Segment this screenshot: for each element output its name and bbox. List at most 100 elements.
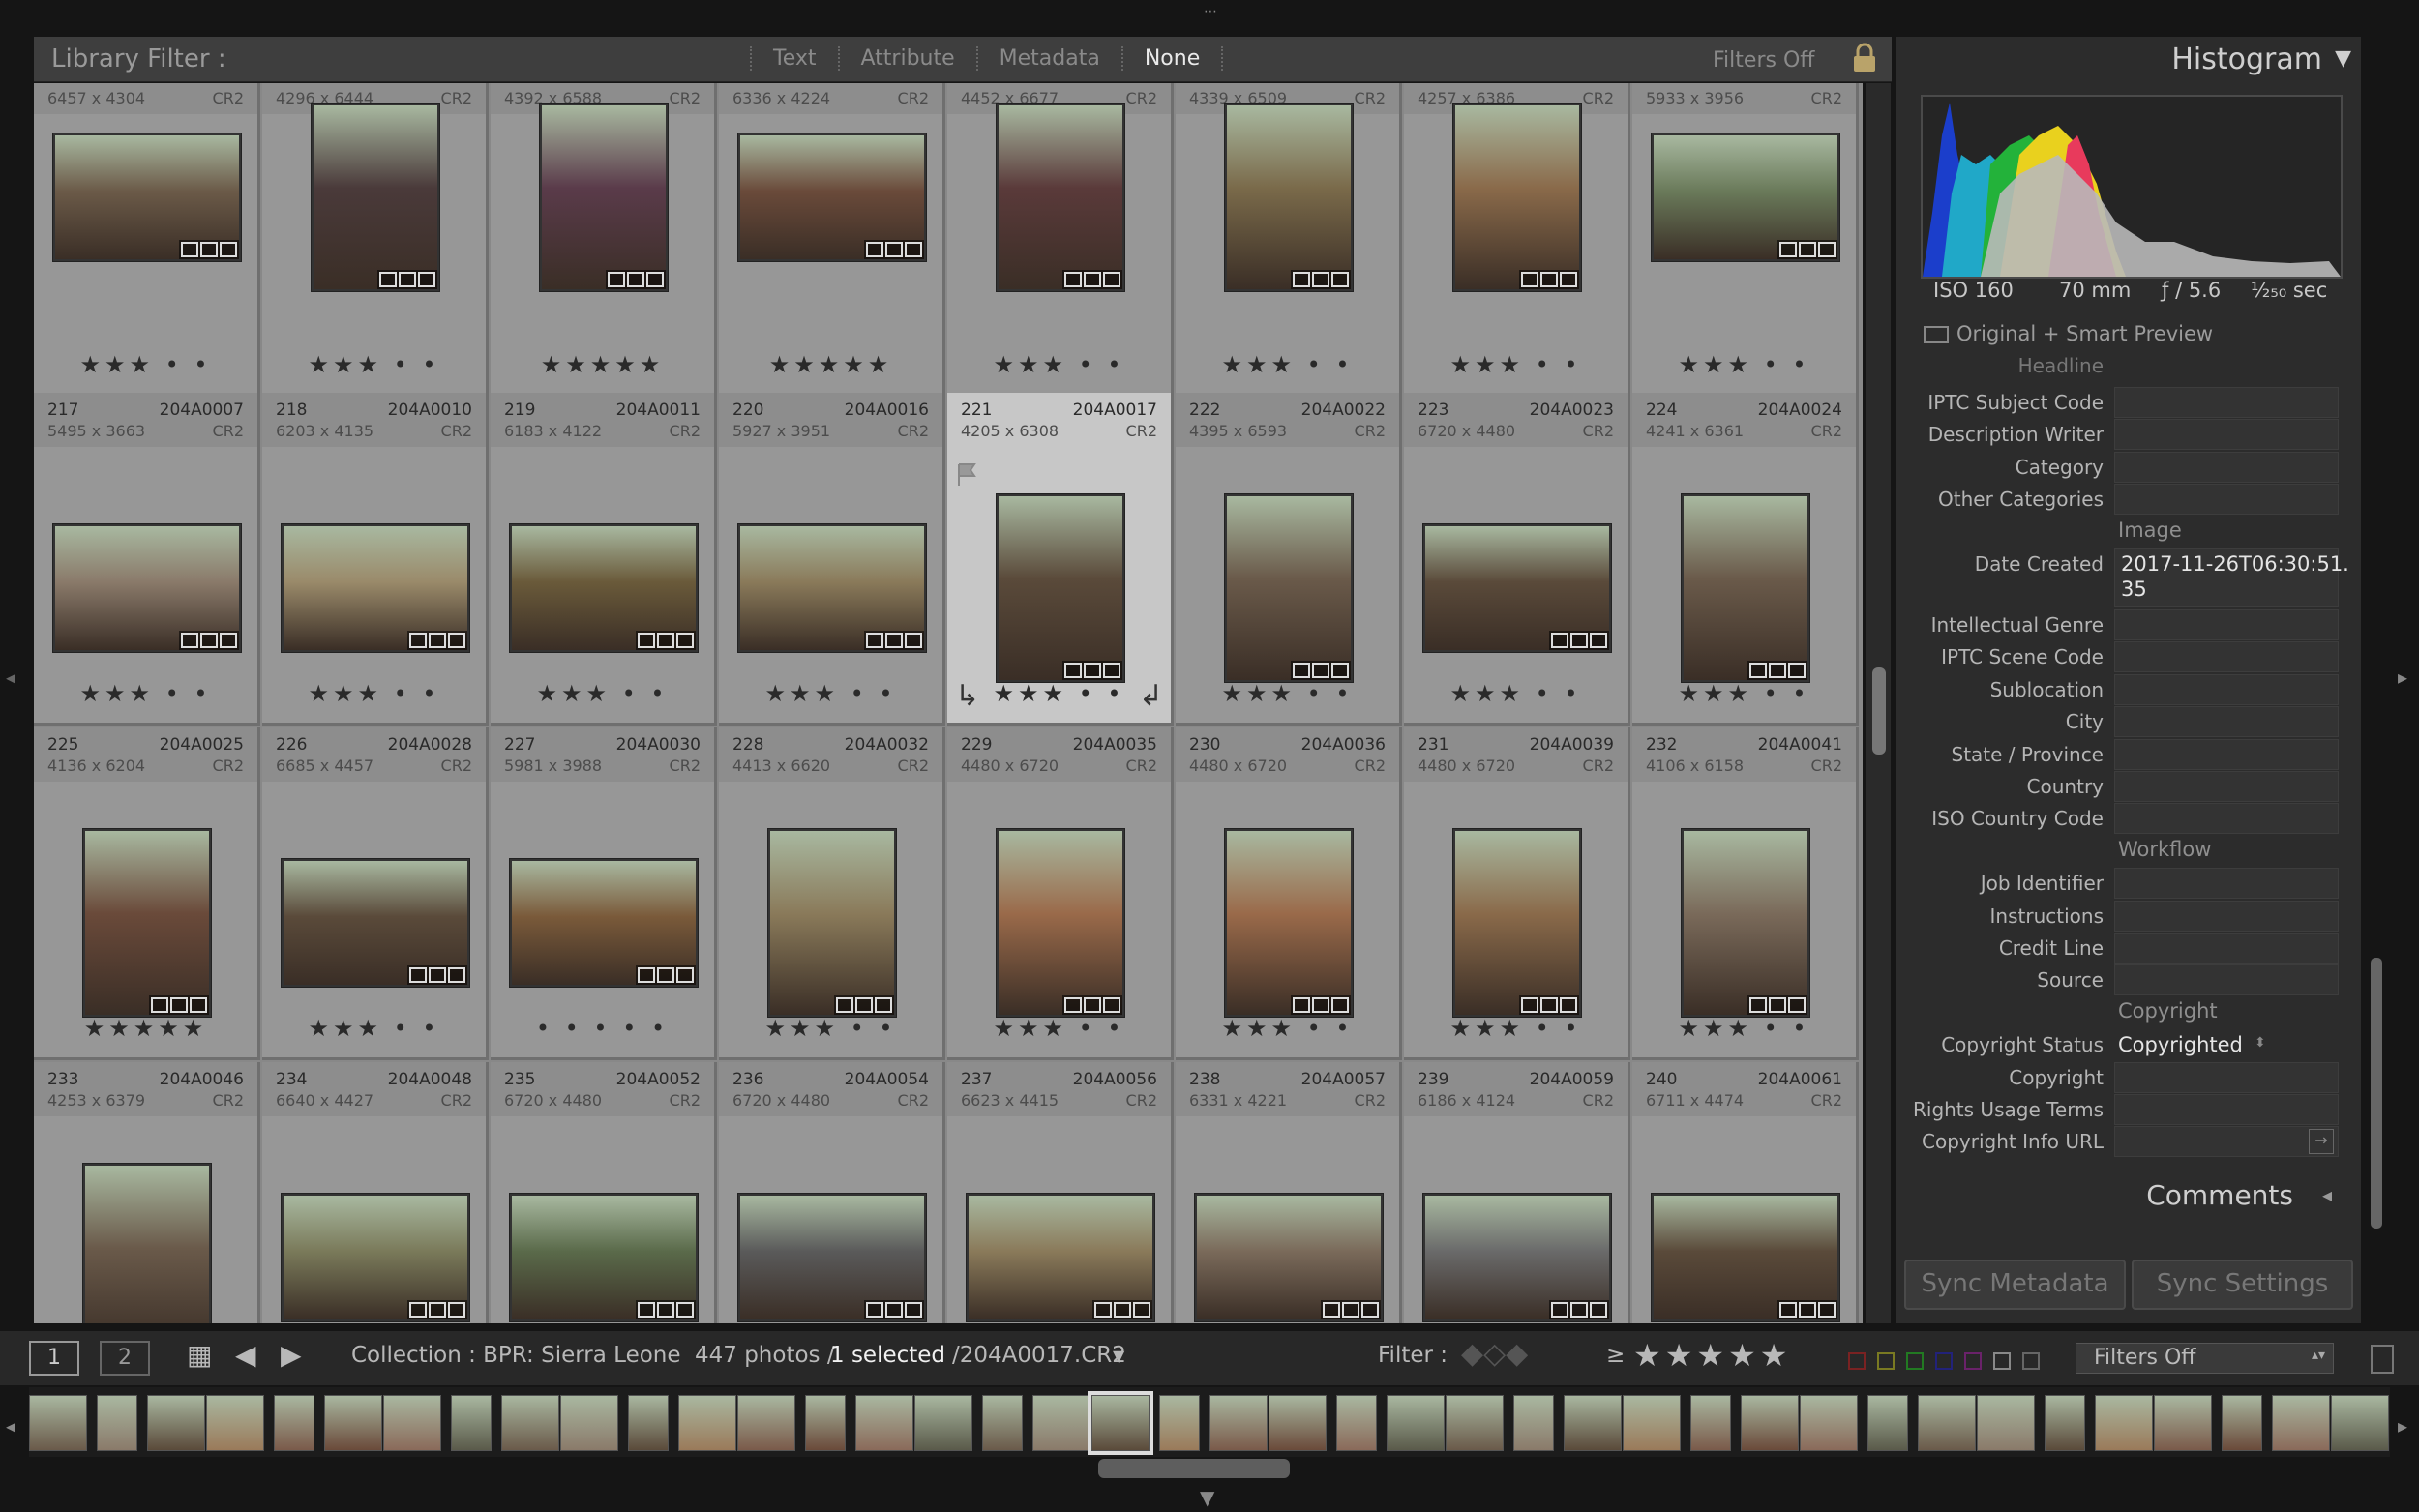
photo-thumbnail[interactable] [967, 1194, 1154, 1321]
metadata-field[interactable] [2114, 1094, 2339, 1125]
filters-off-dropdown[interactable]: Filters Off ▴▾ [2076, 1343, 2334, 1374]
star-rating[interactable]: ★★★ • • [1632, 351, 1856, 378]
photo-thumbnail[interactable] [53, 524, 241, 652]
filter-lock-toggle[interactable] [2371, 1345, 2394, 1374]
grid-cell[interactable]: 222 204A0022 4395 x 6593 CR2 ★★★ • • [1176, 393, 1402, 726]
metadata-field[interactable] [2114, 1061, 2339, 1093]
filter-preset-dropdown[interactable]: Filters Off [1713, 48, 1814, 73]
grid-cell[interactable]: 231 204A0039 4480 x 6720 CR2 ★★★ • • [1404, 727, 1630, 1060]
filmstrip-thumbnail[interactable] [1032, 1395, 1090, 1451]
lock-icon[interactable] [1851, 43, 1878, 74]
filmstrip-thumbnail[interactable] [147, 1395, 205, 1451]
photo-thumbnail[interactable] [997, 494, 1124, 682]
metadata-field[interactable] [2114, 1126, 2339, 1158]
grid-cell[interactable]: 221 204A0017 4205 x 6308 CR2 ★★★ • • ↳ ↲ [947, 393, 1174, 726]
filmstrip-thumbnail[interactable] [1269, 1395, 1327, 1451]
left-panel-toggle-icon[interactable]: ◂ [6, 666, 15, 689]
color-label-none[interactable] [2022, 1352, 2040, 1370]
rotate-right-icon[interactable]: ↲ [1139, 679, 1163, 713]
metadata-field[interactable] [2114, 706, 2339, 738]
filmstrip-thumbnail[interactable] [805, 1395, 846, 1451]
filmstrip-thumbnail[interactable] [1800, 1395, 1858, 1451]
grid-cell[interactable]: 4296 x 6444 CR2 ★★★ • • [262, 83, 489, 397]
photo-thumbnail[interactable] [997, 829, 1124, 1017]
metadata-field[interactable] [2114, 419, 2339, 451]
filmstrip-thumbnail[interactable] [1210, 1395, 1268, 1451]
grid-cell[interactable]: 218 204A0010 6203 x 4135 CR2 ★★★ • • [262, 393, 489, 726]
main-window-button[interactable]: 1 [29, 1341, 79, 1376]
photo-thumbnail[interactable] [1682, 494, 1809, 682]
grid-cell[interactable]: 217 204A0007 5495 x 3663 CR2 ★★★ • • [34, 393, 260, 726]
grid-cell[interactable]: 226 204A0028 6685 x 4457 CR2 ★★★ • • [262, 727, 489, 1060]
metadata-field[interactable] [2114, 387, 2339, 418]
photo-thumbnail[interactable] [1423, 1194, 1611, 1321]
grid-cell[interactable]: 240 204A0061 6711 x 4474 CR2 [1632, 1062, 1859, 1323]
metadata-field[interactable] [2114, 738, 2339, 770]
star-rating[interactable]: ★★★ • • [947, 680, 1171, 707]
filmstrip-thumbnail[interactable] [324, 1395, 382, 1451]
photo-thumbnail[interactable] [1225, 494, 1353, 682]
grid-cell[interactable]: 227 204A0030 5981 x 3988 CR2 • • • • • [491, 727, 717, 1060]
filmstrip-thumbnail[interactable] [1446, 1395, 1504, 1451]
metadata-field[interactable] [2114, 933, 2339, 964]
back-arrow-icon[interactable]: ◀ [235, 1339, 256, 1371]
flag-filter-icons[interactable]: ◆◇◆ [1461, 1337, 1528, 1371]
filmstrip-left-arrow-icon[interactable]: ◂ [6, 1414, 15, 1438]
filmstrip-thumbnail[interactable] [2095, 1395, 2153, 1451]
photo-thumbnail[interactable] [1195, 1194, 1383, 1321]
filmstrip-thumbnail[interactable] [451, 1395, 492, 1451]
filmstrip-thumbnail[interactable] [1564, 1395, 1622, 1451]
color-label-blue[interactable] [1935, 1352, 1953, 1370]
tab-attribute[interactable]: Attribute [837, 46, 976, 71]
filmstrip-thumbnail[interactable] [1623, 1395, 1681, 1451]
grid-cell[interactable]: 4392 x 6588 CR2 ★★★★★ [491, 83, 717, 397]
photo-thumbnail[interactable] [312, 104, 439, 291]
photo-thumbnail[interactable] [1225, 829, 1353, 1017]
star-rating[interactable]: ★★★ • • [34, 680, 257, 707]
star-rating[interactable]: • • • • • [491, 1015, 714, 1042]
photo-thumbnail[interactable] [1453, 829, 1581, 1017]
collapse-triangle-icon[interactable]: ◂ [2322, 1183, 2332, 1206]
star-rating[interactable]: ★★★ • • [1404, 351, 1628, 378]
star-rating[interactable]: ★★★ • • [1176, 351, 1399, 378]
filmstrip-scroll-thumb[interactable] [1098, 1459, 1290, 1478]
metadata-field[interactable] [2114, 673, 2339, 705]
filmstrip-thumbnail[interactable] [1918, 1395, 1976, 1451]
tab-metadata[interactable]: Metadata [975, 46, 1121, 71]
star-rating[interactable]: ★★★★★ [491, 351, 714, 378]
star-rating[interactable]: ★★★ • • [1632, 1015, 1856, 1042]
filmstrip-thumbnail[interactable] [1513, 1395, 1554, 1451]
rotate-left-icon[interactable]: ↳ [955, 679, 979, 713]
photo-thumbnail[interactable] [738, 524, 926, 652]
color-label-red[interactable] [1848, 1352, 1866, 1370]
photo-thumbnail[interactable] [738, 133, 926, 261]
photo-thumbnail[interactable] [510, 1194, 698, 1321]
filmstrip-thumbnail[interactable] [1977, 1395, 2035, 1451]
grid-cell[interactable]: 228 204A0032 4413 x 6620 CR2 ★★★ • • [719, 727, 945, 1060]
photo-thumbnail[interactable] [1652, 133, 1839, 261]
star-rating[interactable]: ★★★ • • [1404, 1015, 1628, 1042]
star-rating[interactable]: ★★★★★ [34, 1015, 257, 1042]
metadata-field[interactable] [2114, 451, 2339, 483]
metadata-field[interactable] [2114, 900, 2339, 932]
comments-header[interactable]: Comments ◂ [1896, 1175, 2361, 1224]
filmstrip-thumbnail[interactable] [2045, 1395, 2085, 1451]
grid-cell[interactable]: 4339 x 6509 CR2 ★★★ • • [1176, 83, 1402, 397]
photo-thumbnail[interactable] [282, 524, 469, 652]
photo-thumbnail[interactable] [1453, 104, 1581, 291]
star-rating[interactable]: ★★★ • • [262, 680, 486, 707]
filmstrip-thumbnail[interactable] [560, 1395, 618, 1451]
star-rating[interactable]: ★★★ • • [1176, 1015, 1399, 1042]
filmstrip-thumbnail[interactable] [1867, 1395, 1908, 1451]
grid-cell[interactable]: 232 204A0041 4106 x 6158 CR2 ★★★ • • [1632, 727, 1859, 1060]
color-label-custom[interactable] [1993, 1352, 2011, 1370]
forward-arrow-icon[interactable]: ▶ [281, 1339, 302, 1371]
grid-cell[interactable]: 6457 x 4304 CR2 ★★★ • • [34, 83, 260, 397]
grid-cell[interactable]: 238 204A0057 6331 x 4221 CR2 [1176, 1062, 1402, 1323]
star-rating[interactable]: ★★★ • • [719, 680, 942, 707]
photo-thumbnail[interactable] [540, 104, 668, 291]
photo-thumbnail[interactable] [997, 104, 1124, 291]
filmstrip-thumbnail[interactable] [1690, 1395, 1731, 1451]
star-rating[interactable]: ★★★ • • [1404, 680, 1628, 707]
photo-thumbnail[interactable] [1682, 829, 1809, 1017]
